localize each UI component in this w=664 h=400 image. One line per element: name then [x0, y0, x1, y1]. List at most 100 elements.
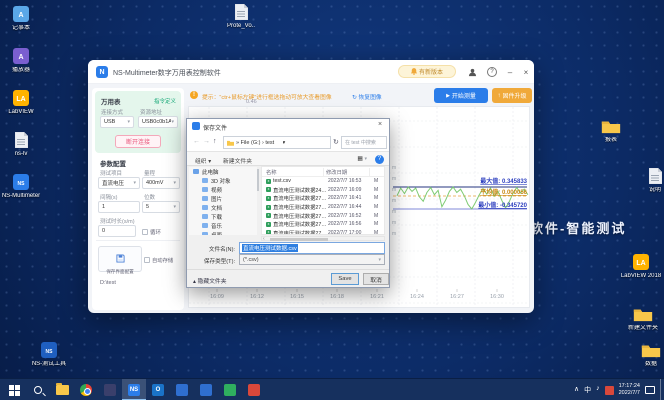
refresh-icon[interactable]: ↻ — [333, 138, 339, 146]
chevron-down-icon: ▾ — [133, 180, 136, 186]
sidebar-scrollbar[interactable] — [257, 169, 259, 191]
interval-input[interactable]: 1 — [98, 201, 140, 213]
column-date[interactable]: 修改日期 — [324, 167, 370, 176]
desktop-icon-0[interactable]: A 记事本 — [0, 4, 44, 32]
filename-input[interactable]: 直流电压测试数据.csv — [239, 242, 385, 254]
desktop-icon-2[interactable]: LA LabVIEW — [0, 88, 44, 116]
dialog-help-icon[interactable]: ? — [375, 154, 384, 164]
organize-menu[interactable]: 组织 ▾ — [195, 156, 211, 165]
taskbar-app-red[interactable] — [242, 379, 266, 400]
sidebar-item-视频[interactable]: 视频 — [189, 185, 257, 194]
taskbar-viewer[interactable] — [98, 379, 122, 400]
file-row-4[interactable]: x直流电压测试数据27-07-2022-16.52.10...2022/7/7 … — [262, 211, 384, 220]
desktop-icon-11[interactable]: 数据 — [628, 340, 664, 368]
loop-checkbox[interactable]: 循环 — [142, 228, 161, 236]
range-select[interactable]: 400mV ▾ — [142, 177, 180, 189]
desktop-icon-4[interactable]: NS NS-Multimeter — [0, 172, 44, 200]
taskbar-explorer[interactable] — [50, 379, 74, 400]
horizontal-scrollbar[interactable]: ‹ — [261, 236, 385, 242]
sidebar-item-文档[interactable]: 文档 — [189, 203, 257, 212]
max-value-label: 最大值: 0.345833 — [480, 177, 527, 185]
taskbar-ns-app[interactable]: NS — [122, 379, 146, 400]
taskbar-app-green[interactable] — [218, 379, 242, 400]
file-row-2[interactable]: x直流电压测试数据27-07-2022-16.41.07...2022/7/7 … — [262, 194, 384, 203]
sidebar-item-音乐[interactable]: 音乐 — [189, 221, 257, 230]
taskbar-outlook[interactable]: O — [146, 379, 170, 400]
desktop-icon-7[interactable]: 报表 — [588, 116, 634, 144]
help-icon[interactable]: ? — [487, 67, 497, 77]
search-box[interactable]: 在 test 中搜索 — [341, 136, 387, 149]
taskbar-app-blue-1[interactable] — [170, 379, 194, 400]
sidebar-item-此电脑[interactable]: 此电脑 — [189, 167, 257, 176]
user-icon[interactable] — [464, 64, 480, 80]
save-button[interactable]: Save — [331, 273, 359, 285]
forward-icon[interactable]: → — [203, 138, 210, 145]
play-icon: ▶ — [446, 92, 450, 99]
sidebar-item-3D 对象[interactable]: 3D 对象 — [189, 176, 257, 185]
tray-icon-1[interactable]: 中 — [584, 385, 591, 395]
minimize-button[interactable]: – — [502, 64, 518, 80]
define-link[interactable]: 指令定义 — [154, 97, 176, 105]
restore-view-link[interactable]: ↻ 恢复图像 — [352, 92, 382, 101]
firmware-upgrade-button[interactable]: ↑ 固件升级 — [492, 88, 532, 103]
file-row-1[interactable]: x直流电压测试数据24小时15万次数据.csv2022/7/7 16:09 M — [262, 186, 384, 195]
show-desktop-button[interactable] — [660, 379, 662, 400]
desktop-icon-6[interactable]: Prote_Vo.. — [218, 2, 264, 30]
taskbar-chrome[interactable] — [74, 379, 98, 400]
conn-select[interactable]: USB ▾ — [100, 116, 134, 128]
dialog-toolbar: 组织 ▾ 新建文件夹 ▦ ▾ ? — [187, 152, 389, 166]
filetype-select[interactable]: (*.csv) ▾ — [239, 254, 385, 265]
sidebar-item-图片[interactable]: 图片 — [189, 194, 257, 203]
scrollbar-thumb[interactable] — [270, 237, 328, 241]
scroll-left-icon[interactable]: ‹ — [263, 236, 265, 242]
file-row-5[interactable]: x直流电压测试数据27-07-2022-16.56.16...2022/7/7 … — [262, 220, 384, 229]
duration-input[interactable]: 0 — [98, 225, 136, 237]
zoom-hint-text: 提示：“ctr+鼠标左键”进行框选拖动可放大查看图像 — [202, 95, 332, 101]
disconnect-button[interactable]: 断开连接 — [115, 135, 161, 148]
item-select[interactable]: 直流电压 ▾ — [98, 177, 140, 189]
update-badge[interactable]: 有新版本 — [398, 65, 456, 78]
dialog-close-button[interactable]: × — [374, 121, 386, 131]
tray-icon-0[interactable]: ∧ — [574, 385, 579, 395]
column-name[interactable]: 名称 — [262, 167, 324, 176]
file-row-3[interactable]: x直流电压测试数据27-07-2022-16.44.11...2022/7/7 … — [262, 203, 384, 212]
view-mode-icon[interactable]: ▦ ▾ — [357, 156, 367, 162]
csv-file-icon: x — [266, 213, 271, 219]
folder-icon — [632, 304, 654, 324]
desktop-icon-3[interactable]: ns-lv — [0, 130, 44, 158]
taskbar-start[interactable] — [2, 379, 26, 400]
up-icon[interactable]: ↑ — [213, 138, 217, 145]
file-row-0[interactable]: x test.csv 2022/7/7 16:53 M — [262, 177, 384, 186]
x-tick-label: 16:21 — [370, 294, 384, 300]
desktop-icon-1[interactable]: A 播放器 — [0, 46, 44, 74]
range-label: 量程 — [144, 171, 156, 177]
desktop-icon-5[interactable]: NS NS-测试工具 — [26, 340, 72, 368]
app-blue-1-icon — [176, 384, 188, 396]
back-icon[interactable]: ← — [193, 138, 200, 145]
taskbar-app-blue-2[interactable] — [194, 379, 218, 400]
desktop-icon-9[interactable]: LA LabVIEW 2018 — [618, 252, 664, 280]
taskbar-clock[interactable]: 17:17:24 2022/7/7 — [619, 383, 640, 397]
filename-label: 文件名(N): — [208, 247, 235, 253]
cancel-button[interactable]: 取消 — [363, 273, 389, 285]
tile-icon: NS — [10, 172, 32, 192]
taskbar-search[interactable] — [26, 379, 50, 400]
new-folder-button[interactable]: 新建文件夹 — [223, 156, 252, 165]
close-button[interactable]: × — [518, 64, 534, 80]
hide-folders-button[interactable]: ▴ 隐藏文件夹 — [193, 276, 227, 285]
start-measure-button[interactable]: ▶ 开始测量 — [434, 88, 488, 103]
digits-select[interactable]: 5 ▾ — [142, 201, 180, 213]
desktop-icon-10[interactable]: 新建文件夹 — [620, 304, 664, 332]
file-row-6[interactable]: x直流电压测试数据27-07-2022-17.00.40...2022/7/7 … — [262, 229, 384, 234]
save-config-button[interactable]: 保存界面配置 — [98, 246, 142, 274]
doc-icon — [644, 166, 664, 186]
sidebar-item-下载[interactable]: 下载 — [189, 212, 257, 221]
autosave-checkbox[interactable]: 自动存储 — [144, 256, 173, 264]
tray-app-red-icon[interactable] — [604, 385, 614, 395]
desktop-icon-8[interactable]: 说明 — [632, 166, 664, 194]
action-center-icon[interactable] — [645, 386, 655, 394]
addr-select[interactable]: USB0c0b1A ▾ — [138, 116, 178, 128]
tray-icon-2[interactable]: ♪ — [596, 385, 600, 395]
sidebar-item-桌面[interactable]: 桌面 — [189, 230, 257, 235]
address-bar[interactable]: » File (G:) › test ▾ — [223, 136, 331, 149]
